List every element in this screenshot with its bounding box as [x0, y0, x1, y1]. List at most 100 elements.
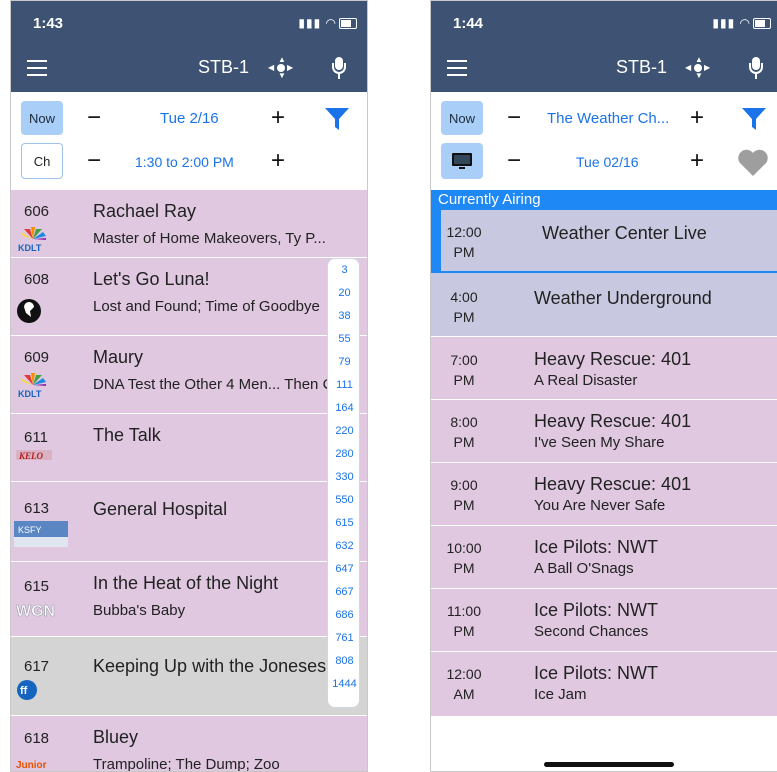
now-button[interactable]: Now: [21, 101, 63, 135]
jump-index-item[interactable]: 111: [328, 379, 361, 391]
dpad-icon[interactable]: ▲ ◀ ▶ ▼: [685, 56, 711, 80]
program-title: Keeping Up with the Joneses: [93, 656, 327, 676]
channel-row[interactable]: 606 Rachael Ray Master of Home Makeovers…: [11, 190, 367, 258]
microphone-icon[interactable]: [332, 57, 346, 81]
device-name[interactable]: STB-1: [198, 57, 249, 78]
tv-button[interactable]: [441, 143, 483, 179]
channel-row[interactable]: 615 In the Heat of the Night Bubba's Bab…: [11, 562, 367, 637]
channel-row-selected[interactable]: 617 Keeping Up with the Joneses ff: [11, 637, 367, 716]
dpad-icon[interactable]: ▲ ◀ ▶ ▼: [268, 56, 294, 80]
program-row[interactable]: 7:00 PM Heavy Rescue: 401 A Real Disaste…: [431, 337, 777, 400]
jump-index-item[interactable]: 686: [328, 609, 361, 621]
channel-button[interactable]: Ch: [21, 143, 63, 179]
date-minus-button[interactable]: −: [87, 106, 101, 130]
program-ampm: PM: [453, 434, 475, 450]
program-row[interactable]: 8:00 PM Heavy Rescue: 401 I've Seen My S…: [431, 400, 777, 463]
jump-index-item[interactable]: 1444: [328, 678, 361, 690]
date-label[interactable]: Tue 02/16: [576, 154, 639, 170]
svg-text:KDLT: KDLT: [18, 389, 42, 398]
jump-index-item[interactable]: 550: [328, 494, 361, 506]
program-time: 8:00: [450, 414, 478, 430]
program-title: Ice Pilots: NWT: [534, 663, 659, 683]
channel-jump-index[interactable]: 3 20 38 55 79 111 164 220 280 330 550 61…: [327, 258, 360, 708]
program-title: Heavy Rescue: 401: [534, 411, 692, 431]
episode-title: I've Seen My Share: [534, 434, 665, 451]
program-time: 12:00: [446, 224, 482, 240]
heart-icon[interactable]: [737, 149, 769, 177]
timeslot-label[interactable]: 1:30 to 2:00 PM: [135, 154, 234, 170]
jump-index-item[interactable]: 55: [328, 333, 361, 345]
channel-row[interactable]: 608 Let's Go Luna! Lost and Found; Time …: [11, 258, 367, 336]
time-minus-button[interactable]: −: [87, 149, 101, 173]
channel-plus-button[interactable]: +: [690, 106, 704, 130]
jump-index-item[interactable]: 647: [328, 563, 361, 575]
device-name[interactable]: STB-1: [616, 57, 667, 78]
jump-index-item[interactable]: 761: [328, 632, 361, 644]
jump-index-item[interactable]: 79: [328, 356, 361, 368]
channel-row[interactable]: 618 Bluey Trampoline; The Dump; Zoo Juni…: [11, 716, 367, 772]
current-program-row[interactable]: 12:00 PM Weather Center Live: [431, 210, 777, 274]
hamburger-menu-icon[interactable]: [27, 60, 47, 76]
program-row[interactable]: 10:00 PM Ice Pilots: NWT A Ball O'Snags: [431, 526, 777, 589]
jump-index-item[interactable]: 632: [328, 540, 361, 552]
now-button[interactable]: Now: [441, 101, 483, 135]
channel-number: 613: [24, 500, 50, 517]
jump-index-item[interactable]: 330: [328, 471, 361, 483]
filter-icon[interactable]: [740, 106, 768, 132]
freeform-logo: ff: [17, 680, 37, 700]
microphone-icon[interactable]: [749, 57, 763, 81]
channel-number: 609: [24, 349, 50, 366]
program-title: Heavy Rescue: 401: [534, 474, 692, 494]
ksfy-logo: KSFY: [14, 521, 68, 547]
home-indicator[interactable]: [544, 762, 674, 767]
svg-text:KDLT: KDLT: [18, 243, 42, 252]
channel-number: 618: [24, 730, 50, 747]
guide-controls: Now − Tue 2/16 + Ch − 1:30 to 2:00 PM +: [11, 92, 367, 190]
jump-index-item[interactable]: 3: [328, 264, 361, 276]
program-title: Ice Pilots: NWT: [534, 600, 659, 620]
date-plus-button[interactable]: +: [690, 149, 704, 173]
program-row[interactable]: 9:00 PM Heavy Rescue: 401 You Are Never …: [431, 463, 777, 526]
date-plus-button[interactable]: +: [271, 106, 285, 130]
channel-number: 617: [24, 658, 50, 675]
channel-number: 611: [24, 429, 48, 446]
program-title: Rachael Ray: [93, 201, 197, 221]
program-title: Weather Center Live: [542, 223, 707, 243]
jump-index-item[interactable]: 667: [328, 586, 361, 598]
jump-index-item[interactable]: 615: [328, 517, 361, 529]
date-label[interactable]: Tue 2/16: [160, 110, 219, 127]
svg-text:WGN: WGN: [16, 603, 55, 620]
channel-row[interactable]: 611 The Talk KELO: [11, 414, 367, 482]
program-row[interactable]: 4:00 PM Weather Underground: [431, 273, 777, 337]
status-bar: 1:43 ▮▮▮ ◠: [11, 1, 367, 45]
jump-index-item[interactable]: 220: [328, 425, 361, 437]
episode-title: Ice Jam: [534, 686, 587, 703]
pbs-logo: [17, 299, 41, 323]
svg-text:KSFY: KSFY: [18, 525, 42, 535]
nav-bar: STB-1 ▲ ◀ ▶ ▼: [431, 45, 777, 92]
clock: 1:43: [33, 15, 64, 32]
program-row[interactable]: 12:00 AM Ice Pilots: NWT Ice Jam: [431, 652, 777, 717]
jump-index-item[interactable]: 808: [328, 655, 361, 667]
program-subtitle: Trampoline; The Dump; Zoo: [93, 756, 280, 772]
nbc-peacock-logo: KDLT: [18, 373, 46, 398]
program-subtitle: Master of Home Makeovers, Ty P...: [93, 230, 326, 247]
program-title: Weather Underground: [534, 288, 712, 308]
hamburger-menu-icon[interactable]: [447, 60, 467, 76]
jump-index-item[interactable]: 38: [328, 310, 361, 322]
channel-number: 615: [24, 578, 50, 595]
jump-index-item[interactable]: 164: [328, 402, 361, 414]
kelo-logo: KELO: [16, 450, 52, 461]
jump-index-item[interactable]: 280: [328, 448, 361, 460]
date-minus-button[interactable]: −: [507, 149, 521, 173]
program-row[interactable]: 11:00 PM Ice Pilots: NWT Second Chances: [431, 589, 777, 652]
channel-name-label[interactable]: The Weather Ch...: [547, 110, 669, 127]
channel-row[interactable]: 613 General Hospital KSFY: [11, 482, 367, 562]
jump-index-item[interactable]: 20: [328, 287, 361, 299]
channel-row[interactable]: 609 Maury DNA Test the Other 4 Men... Th…: [11, 336, 367, 414]
channel-minus-button[interactable]: −: [507, 106, 521, 130]
signal-wifi-icon: ▮▮▮ ◠: [298, 16, 337, 30]
filter-icon[interactable]: [323, 106, 351, 132]
program-title: In the Heat of the Night: [93, 573, 279, 593]
time-plus-button[interactable]: +: [271, 149, 285, 173]
